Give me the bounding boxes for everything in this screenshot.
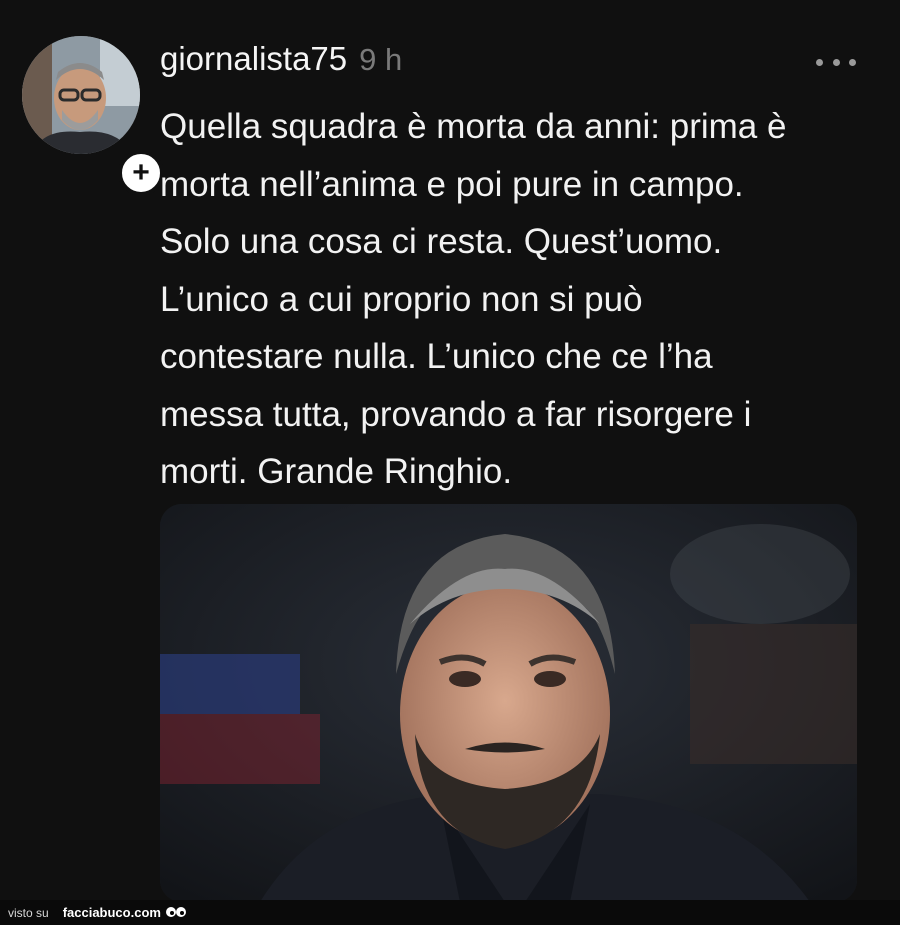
post-text: Quella squadra è morta da anni: prima è … (160, 107, 787, 491)
avatar-container[interactable]: + (22, 36, 164, 196)
eyes-icon (165, 906, 187, 920)
watermark-brand[interactable]: facciabuco.com (63, 905, 161, 920)
avatar[interactable] (22, 36, 140, 154)
plus-icon: + (132, 156, 150, 189)
follow-button[interactable]: + (118, 150, 164, 196)
watermark-prefix: visto su (8, 905, 49, 920)
post-card: + giornalista75 9 h Quella squadra è mor… (0, 0, 900, 902)
watermark-bar: visto su facciabuco.com (0, 900, 900, 925)
avatar-photo-icon (22, 36, 140, 154)
post-header: giornalista75 9 h (160, 40, 402, 84)
more-options-icon[interactable] (816, 56, 856, 68)
username[interactable]: giornalista75 (160, 40, 347, 78)
dot (849, 58, 856, 66)
post-image[interactable] (160, 504, 857, 902)
dot (816, 58, 823, 66)
dot (832, 58, 840, 66)
timestamp: 9 h (359, 42, 403, 77)
photo-man-grey-hair-beard-icon (160, 504, 857, 902)
